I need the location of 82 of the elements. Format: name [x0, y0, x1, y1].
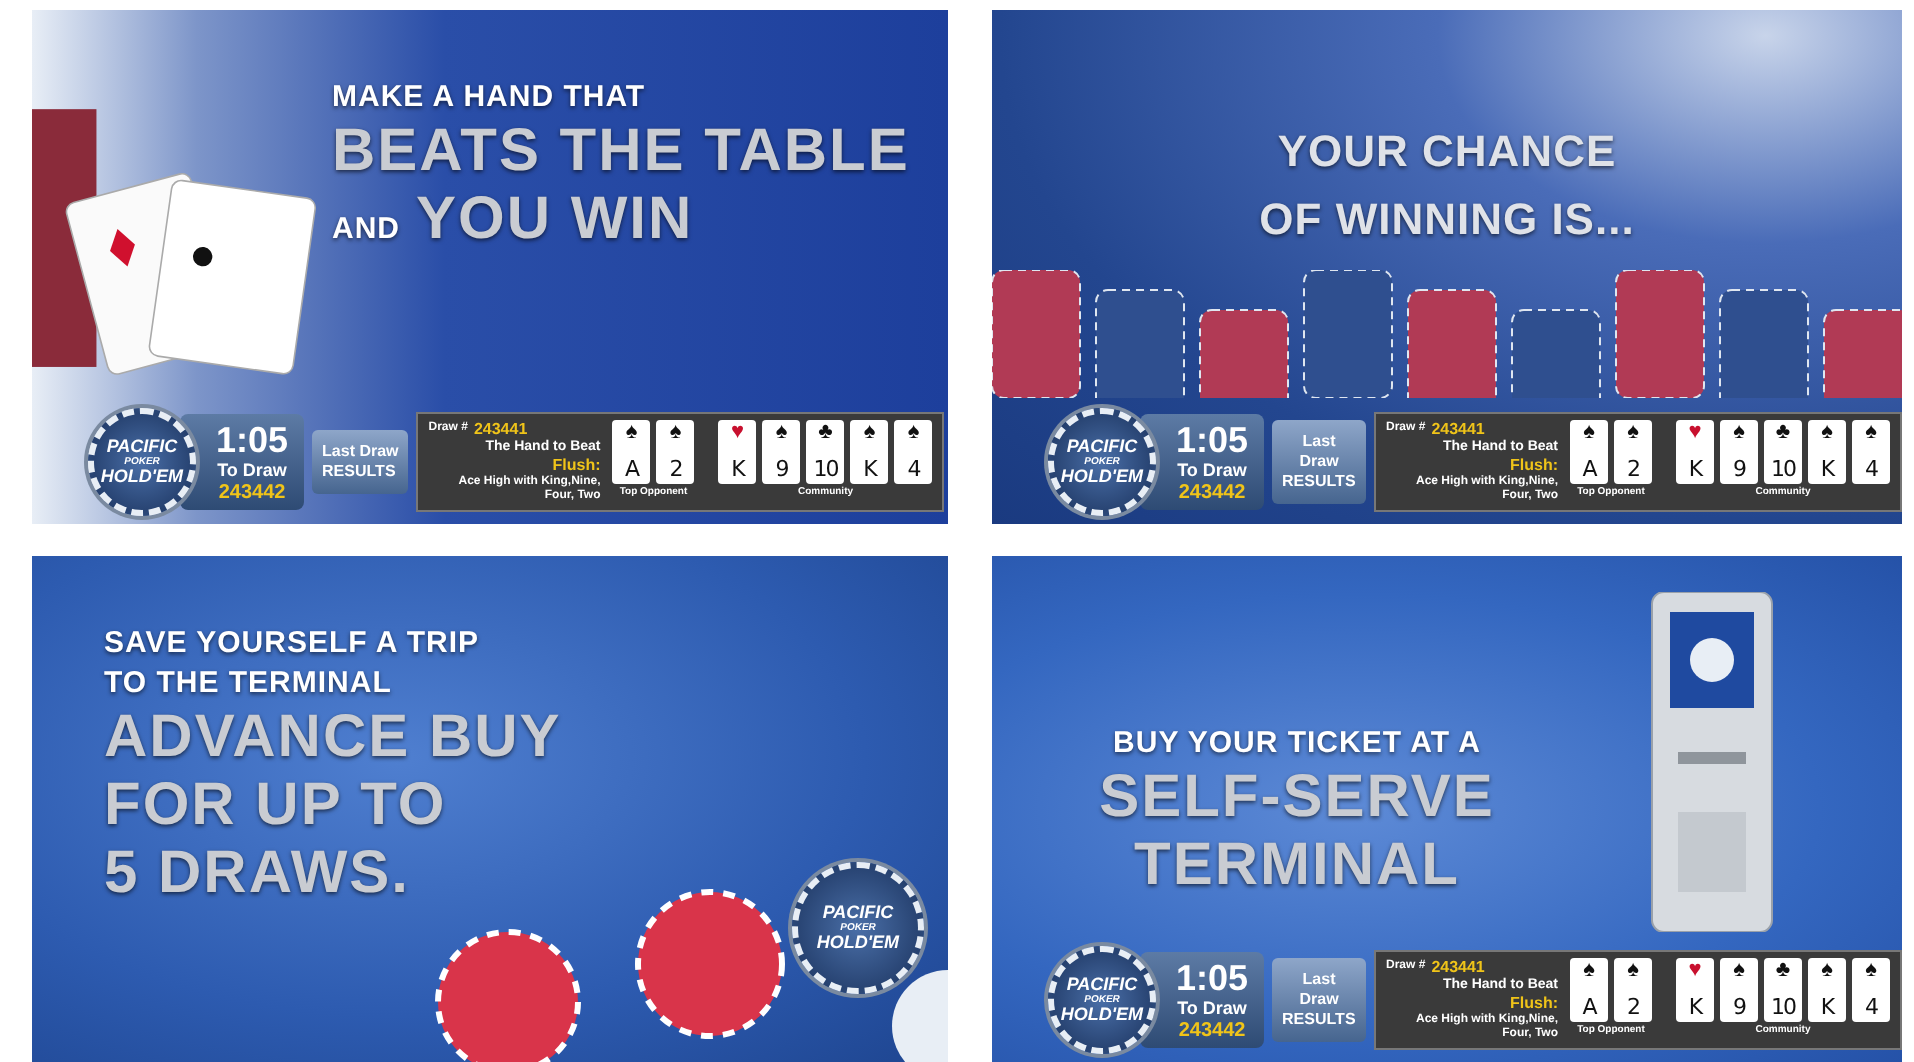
card-rank: 2 [669, 456, 682, 482]
logo-text: HOLD'EM [1060, 1006, 1144, 1024]
last-draw-results-button[interactable]: Last Draw RESULTS [312, 430, 409, 494]
card-rank: 2 [1627, 994, 1639, 1020]
headline-text: YOU WIN [416, 186, 694, 254]
headline-text: TO THE TERMINAL [104, 664, 392, 704]
draw-number: 243441 [1431, 958, 1485, 976]
card-rank: 9 [775, 456, 788, 482]
card-suit: ♥ [731, 422, 745, 444]
hand-name: Flush: [1510, 456, 1558, 475]
card-suit: ♠ [1627, 422, 1639, 444]
card-rank: 4 [907, 456, 920, 482]
headline-text: 5 DRAWS. [104, 840, 411, 908]
logo-text: PACIFIC [822, 904, 894, 922]
card-rank: A [625, 456, 639, 482]
next-draw-number: 243442 [1178, 1020, 1246, 1042]
card-suit: ♠ [1583, 422, 1595, 444]
headline-text: SELF-SERVE [1099, 764, 1495, 832]
logo-text: PACIFIC [106, 438, 178, 456]
card-rank: A [1582, 456, 1596, 482]
card-rank: 4 [1865, 456, 1877, 482]
card-suit: ♥ [1688, 422, 1702, 444]
card-rank: 9 [1733, 994, 1745, 1020]
headline-text: OF WINNING IS... [1259, 192, 1635, 248]
draw-number: 243441 [1431, 420, 1485, 438]
card-suit: ♠ [1865, 960, 1877, 982]
card-rank: 9 [1733, 456, 1745, 482]
next-draw-number: 243442 [1178, 482, 1246, 504]
card-suit: ♠ [1733, 960, 1745, 982]
hand-name: Flush: [552, 456, 601, 475]
card-suit: ♣ [1775, 422, 1791, 444]
card-rank: K [1820, 456, 1834, 482]
last-draw-results-button[interactable]: Last Draw RESULTS [1272, 958, 1366, 1042]
card-suit: ♠ [1627, 960, 1639, 982]
next-draw-number: 243442 [218, 482, 286, 504]
card-suit: ♠ [775, 422, 788, 444]
card-rank: 10 [813, 456, 838, 482]
logo-text: HOLD'EM [816, 934, 900, 952]
card-rank: K [1688, 994, 1702, 1020]
card-rank: K [731, 456, 744, 482]
card-rank: K [863, 456, 876, 482]
headline-text: BUY YOUR TICKET AT A [1113, 724, 1481, 764]
countdown-time: 1:05 [216, 420, 289, 460]
headline-text: FOR UP TO [104, 772, 447, 840]
logo-text: PACIFIC [1066, 438, 1138, 456]
card-suit: ♠ [863, 422, 876, 444]
card-suit: ♣ [818, 422, 833, 444]
headline-text: YOUR CHANCE [1277, 124, 1617, 180]
countdown-time: 1:05 [1176, 420, 1249, 460]
to-draw-label: To Draw [217, 460, 287, 482]
card-suit: ♠ [625, 422, 638, 444]
headline-text: BEATS THE TABLE [332, 118, 910, 186]
countdown-time: 1:05 [1176, 958, 1249, 998]
card-suit: ♠ [669, 422, 682, 444]
card-rank: 10 [1771, 994, 1795, 1020]
headline-text: MAKE A HAND THAT [332, 78, 646, 118]
card-suit: ♠ [1733, 422, 1745, 444]
card-rank: K [1688, 456, 1702, 482]
hand-name: Flush: [1510, 994, 1558, 1013]
headline-text: SAVE YOURSELF A TRIP [104, 624, 480, 664]
card-rank: 10 [1771, 456, 1795, 482]
headline-text: AND [332, 210, 400, 250]
to-draw-label: To Draw [1177, 998, 1247, 1020]
last-draw-results-button[interactable]: Last Draw RESULTS [1272, 420, 1366, 504]
card-suit: ♠ [1821, 422, 1833, 444]
logo-text: HOLD'EM [100, 468, 184, 486]
card-rank: K [1820, 994, 1834, 1020]
card-suit: ♠ [1865, 422, 1877, 444]
card-rank: 2 [1627, 456, 1639, 482]
card-rank: A [1582, 994, 1596, 1020]
headline-text: ADVANCE BUY [104, 704, 562, 772]
draw-number: 243441 [473, 420, 528, 438]
logo-text: PACIFIC [1066, 976, 1138, 994]
card-suit: ♥ [1688, 960, 1702, 982]
card-suit: ♣ [1775, 960, 1791, 982]
headline-text: TERMINAL [1134, 832, 1460, 900]
card-suit: ♠ [1583, 960, 1595, 982]
card-rank: 4 [1865, 994, 1877, 1020]
card-suit: ♠ [1821, 960, 1833, 982]
logo-text: HOLD'EM [1060, 468, 1144, 486]
to-draw-label: To Draw [1177, 460, 1247, 482]
card-suit: ♠ [907, 422, 920, 444]
